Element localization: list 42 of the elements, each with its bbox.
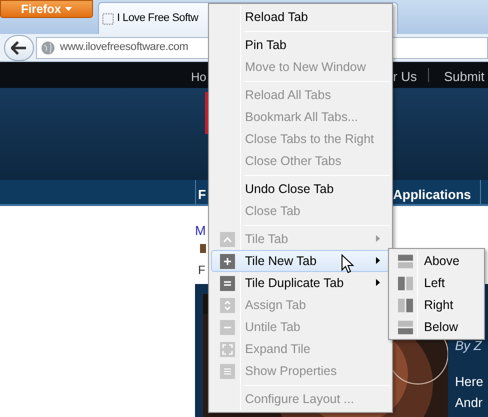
plus-icon (220, 254, 235, 268)
nav-link[interactable]: Submit (444, 67, 484, 86)
article-text: Here (455, 373, 484, 391)
url-text: www.ilovefreesoftware.com (60, 40, 188, 56)
menu-item[interactable]: Undo Close Tab (211, 178, 390, 200)
back-button[interactable] (4, 34, 34, 60)
menu-item[interactable]: Pin Tab (211, 34, 390, 56)
article-link[interactable]: M (195, 221, 206, 240)
nav-link[interactable]: r Us (393, 67, 417, 86)
menu-item[interactable]: Below (391, 316, 482, 338)
tile-icon (220, 232, 235, 246)
equals-icon (220, 276, 235, 290)
article-text: Andr (455, 394, 482, 412)
submenu-arrow-icon (376, 279, 380, 286)
menu-item[interactable]: Tile Duplicate Tab (211, 272, 390, 294)
nav-link[interactable]: Ho (191, 68, 206, 86)
caret-icon (65, 6, 72, 12)
page-icon (102, 12, 114, 24)
thumbnail (200, 244, 206, 253)
layout-right-icon (398, 298, 412, 312)
menu-item[interactable]: Right (391, 294, 482, 316)
mouse-cursor-icon (341, 254, 354, 274)
layout-above-icon (398, 254, 412, 268)
globe-icon (41, 40, 55, 54)
menu-item[interactable]: Reload Tab (211, 6, 390, 28)
back-arrow-icon (11, 40, 27, 54)
submenu-arrow-icon (376, 257, 380, 264)
caption-text: F (198, 262, 206, 279)
menu-link[interactable]: Applications (393, 185, 472, 204)
tab-title: I Love Free Softw (117, 11, 198, 26)
assign-icon (220, 298, 235, 312)
expand-icon (220, 342, 235, 356)
menu-item[interactable]: Above (391, 250, 482, 272)
menu-link[interactable]: F (198, 185, 206, 204)
minus-icon (220, 320, 235, 334)
submenu-arrow-icon (376, 235, 380, 242)
byline: By Z (455, 337, 482, 355)
layout-below-icon (398, 320, 412, 334)
list-icon (220, 364, 235, 378)
layout-left-icon (398, 276, 412, 290)
menu-item[interactable]: Tile New Tab (211, 250, 390, 272)
menu-item[interactable]: Left (391, 272, 482, 294)
